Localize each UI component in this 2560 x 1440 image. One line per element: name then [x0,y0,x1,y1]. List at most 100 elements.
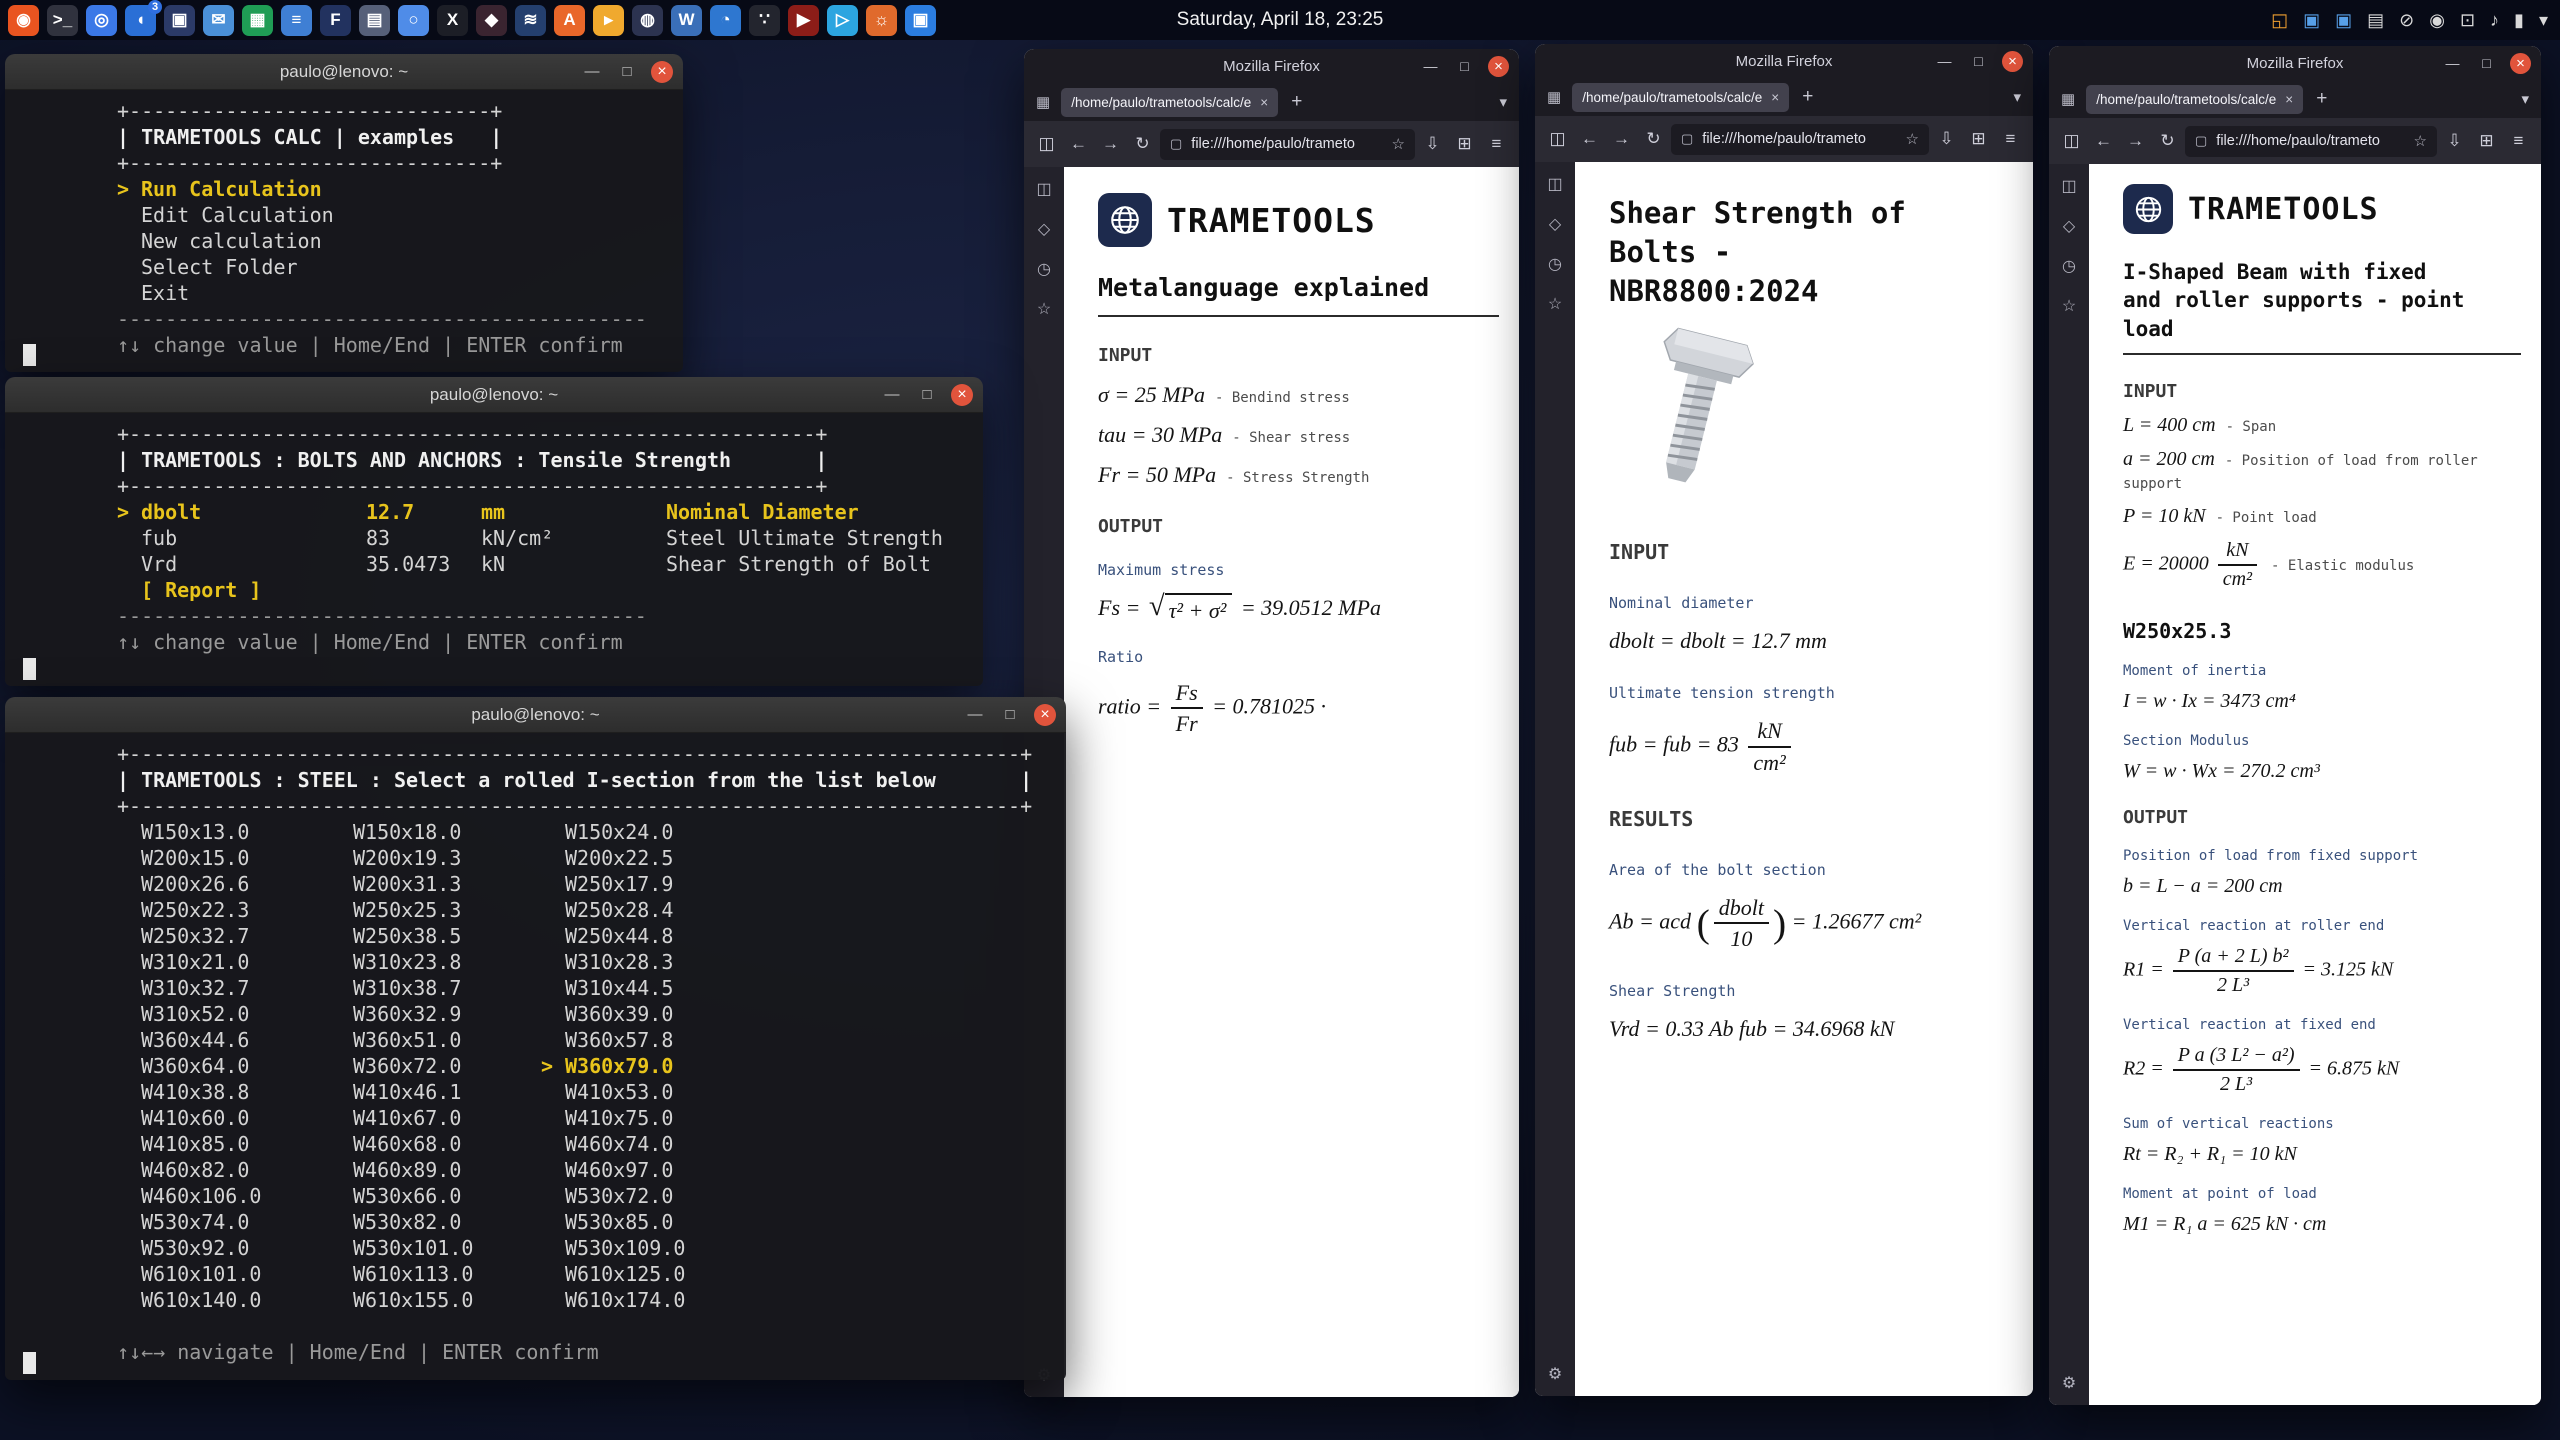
new-tab-button[interactable]: + [2310,88,2333,110]
launcher-icon[interactable]: F [320,5,351,36]
steel-section-option[interactable]: W460x89.0 [329,1157,541,1183]
steel-section-option[interactable]: W150x18.0 [329,819,541,845]
terminal-titlebar[interactable]: paulo@lenovo: ~ — □ × [5,377,983,413]
back-icon[interactable]: ← [2089,131,2118,151]
ai-chat-icon[interactable]: ◇ [1549,214,1561,234]
launcher-icon[interactable]: ◆ [476,5,507,36]
maximize-button[interactable]: □ [1968,51,1989,72]
steel-section-option[interactable]: W530x74.0 [117,1209,329,1235]
launcher-icon[interactable]: ▤ [359,5,390,36]
steel-section-option[interactable]: W250x44.8 [541,923,753,949]
steel-section-option[interactable]: W460x74.0 [541,1131,753,1157]
history-icon[interactable]: ◷ [1037,259,1051,279]
browser-tab[interactable]: /home/paulo/trametools/calc/e × [1572,83,1789,112]
sidebar-toggle-icon[interactable]: ◫ [1543,129,1572,149]
launcher-icon[interactable]: ▣ [164,5,195,36]
steel-section-option[interactable]: W610x113.0 [329,1261,541,1287]
tray-icon[interactable]: ▮ [2514,10,2524,31]
launcher-icon[interactable]: ▸ [593,5,624,36]
steel-section-option[interactable]: W460x106.0 [117,1183,329,1209]
steel-section-option[interactable]: >W360x79.0 [541,1053,753,1079]
steel-section-option[interactable]: W610x155.0 [329,1287,541,1313]
sidebar-panel-icon[interactable]: ◫ [1036,179,1051,199]
terminal-titlebar[interactable]: paulo@lenovo: ~ — □ × [5,697,1066,733]
tab-close-icon[interactable]: × [2285,92,2293,107]
steel-section-option[interactable]: W360x44.6 [117,1027,329,1053]
steel-section-option[interactable]: W200x19.3 [329,845,541,871]
minimize-button[interactable]: — [1420,56,1441,77]
steel-section-option[interactable]: W410x60.0 [117,1105,329,1131]
bookmark-star-icon[interactable]: ☆ [1392,135,1405,153]
steel-section-option[interactable]: W310x32.7 [117,975,329,1001]
steel-section-option[interactable]: W250x28.4 [541,897,753,923]
forward-icon[interactable]: → [1096,134,1125,154]
back-icon[interactable]: ← [1064,134,1093,154]
new-tab-button[interactable]: + [1285,91,1308,113]
maximize-button[interactable]: □ [916,384,938,406]
tray-icon[interactable]: ♪ [2490,10,2499,31]
maximize-button[interactable]: □ [2476,53,2497,74]
extensions-icon[interactable]: ⊞ [2472,131,2501,151]
steel-section-option[interactable]: W250x17.9 [541,871,753,897]
steel-section-option[interactable]: W410x85.0 [117,1131,329,1157]
firefox-titlebar[interactable]: Mozilla Firefox — □ × [1024,49,1519,83]
firefox-view-icon[interactable]: ▦ [1543,88,1565,106]
steel-section-option[interactable]: W460x82.0 [117,1157,329,1183]
launcher-icon[interactable]: ◉ [8,5,39,36]
close-button[interactable]: × [651,61,673,83]
browser-tab[interactable]: /home/paulo/trametools/calc/e × [2086,85,2303,114]
steel-section-option[interactable]: W310x23.8 [329,949,541,975]
launcher-icon[interactable]: ◎ [86,5,117,36]
steel-section-option[interactable]: W310x21.0 [117,949,329,975]
reload-icon[interactable]: ↻ [1639,129,1668,149]
history-icon[interactable]: ◷ [1548,254,1562,274]
reload-icon[interactable]: ↻ [2153,131,2182,151]
extensions-icon[interactable]: ⊞ [1964,129,1993,149]
url-text[interactable]: file:///home/paulo/trameto [1191,136,1382,152]
steel-section-option[interactable]: W410x38.8 [117,1079,329,1105]
clock[interactable]: Saturday, April 18, 23:25 [1177,9,1384,31]
steel-section-option[interactable]: W150x13.0 [117,819,329,845]
terminal-titlebar[interactable]: paulo@lenovo: ~ — □ × [5,54,683,90]
steel-section-option[interactable]: W410x53.0 [541,1079,753,1105]
tray-icon[interactable]: ⊘ [2399,10,2414,31]
minimize-button[interactable]: — [1934,51,1955,72]
launcher-icon[interactable]: ◖ 3 [125,5,156,36]
settings-gear-icon[interactable]: ⚙ [1548,1364,1562,1384]
tab-list-chevron-icon[interactable]: ▾ [1499,93,1511,111]
launcher-icon[interactable]: ☼ [866,5,897,36]
terminal-content[interactable]: +------------------------------+ | TRAME… [5,90,683,372]
steel-section-option[interactable]: W250x25.3 [329,897,541,923]
steel-section-option[interactable]: W250x38.5 [329,923,541,949]
url-text[interactable]: file:///home/paulo/trameto [2216,133,2404,149]
steel-section-option[interactable]: W150x24.0 [541,819,753,845]
steel-section-option[interactable]: W200x31.3 [329,871,541,897]
tray-icon[interactable]: ◉ [2429,10,2445,31]
tray-icon[interactable]: ▣ [2303,10,2320,31]
launcher-icon[interactable]: X [437,5,468,36]
steel-section-option[interactable]: W360x39.0 [541,1001,753,1027]
launcher-icon[interactable]: ▷ [827,5,858,36]
steel-section-option[interactable]: W530x85.0 [541,1209,753,1235]
url-bar[interactable]: ▢ file:///home/paulo/trameto ☆ [2185,126,2437,157]
steel-section-option[interactable]: W610x174.0 [541,1287,753,1313]
steel-section-option[interactable]: W200x15.0 [117,845,329,871]
close-button[interactable]: × [1034,704,1056,726]
report-button[interactable]: [ Report ] [141,577,261,603]
steel-section-option[interactable]: W410x67.0 [329,1105,541,1131]
steel-section-option[interactable]: W200x26.6 [117,871,329,897]
minimize-button[interactable]: — [881,384,903,406]
terminal-content[interactable]: +---------------------------------------… [5,733,1066,1380]
menu-icon[interactable]: ≡ [1996,129,2025,149]
steel-section-option[interactable]: W610x101.0 [117,1261,329,1287]
browser-tab[interactable]: /home/paulo/trametools/calc/e × [1061,88,1278,117]
tray-icon[interactable]: ▾ [2539,10,2548,31]
firefox-view-icon[interactable]: ▦ [1032,93,1054,111]
bookmark-star-icon[interactable]: ☆ [1906,130,1919,148]
forward-icon[interactable]: → [1607,129,1636,149]
minimize-button[interactable]: — [2442,53,2463,74]
steel-section-option[interactable]: W250x32.7 [117,923,329,949]
steel-section-option[interactable]: W530x82.0 [329,1209,541,1235]
menu-item[interactable]: >Run Calculation [117,176,683,202]
steel-section-option[interactable]: W310x28.3 [541,949,753,975]
